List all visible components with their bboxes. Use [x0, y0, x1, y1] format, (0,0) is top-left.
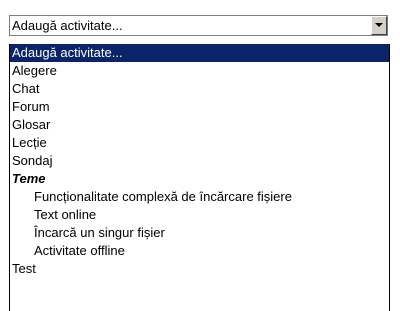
dropdown-button[interactable] — [371, 16, 387, 35]
option-teme-offline[interactable]: Activitate offline — [10, 242, 389, 260]
optgroup-teme-label: Teme — [12, 171, 46, 186]
option-teme-text-online[interactable]: Text online — [10, 206, 389, 224]
option-alegere[interactable]: Alegere — [10, 62, 389, 80]
option-add-activity[interactable]: Adaugă activitate... — [10, 44, 389, 62]
option-teme-single-file[interactable]: Încarcă un singur fișier — [10, 224, 389, 242]
option-forum[interactable]: Forum — [10, 98, 389, 116]
option-glosar[interactable]: Glosar — [10, 116, 389, 134]
activity-select[interactable]: Adaugă activitate... — [9, 15, 388, 36]
option-lectie[interactable]: Lecție — [10, 134, 389, 152]
chevron-down-icon — [375, 23, 383, 27]
select-current-value: Adaugă activitate... — [12, 18, 123, 33]
option-test[interactable]: Test — [10, 260, 389, 278]
option-sondaj[interactable]: Sondaj — [10, 152, 389, 170]
option-teme-complex-upload[interactable]: Funcționalitate complexă de încărcare fi… — [10, 188, 389, 206]
option-chat[interactable]: Chat — [10, 80, 389, 98]
dropdown-list: Adaugă activitate... Alegere Chat Forum … — [9, 44, 390, 311]
